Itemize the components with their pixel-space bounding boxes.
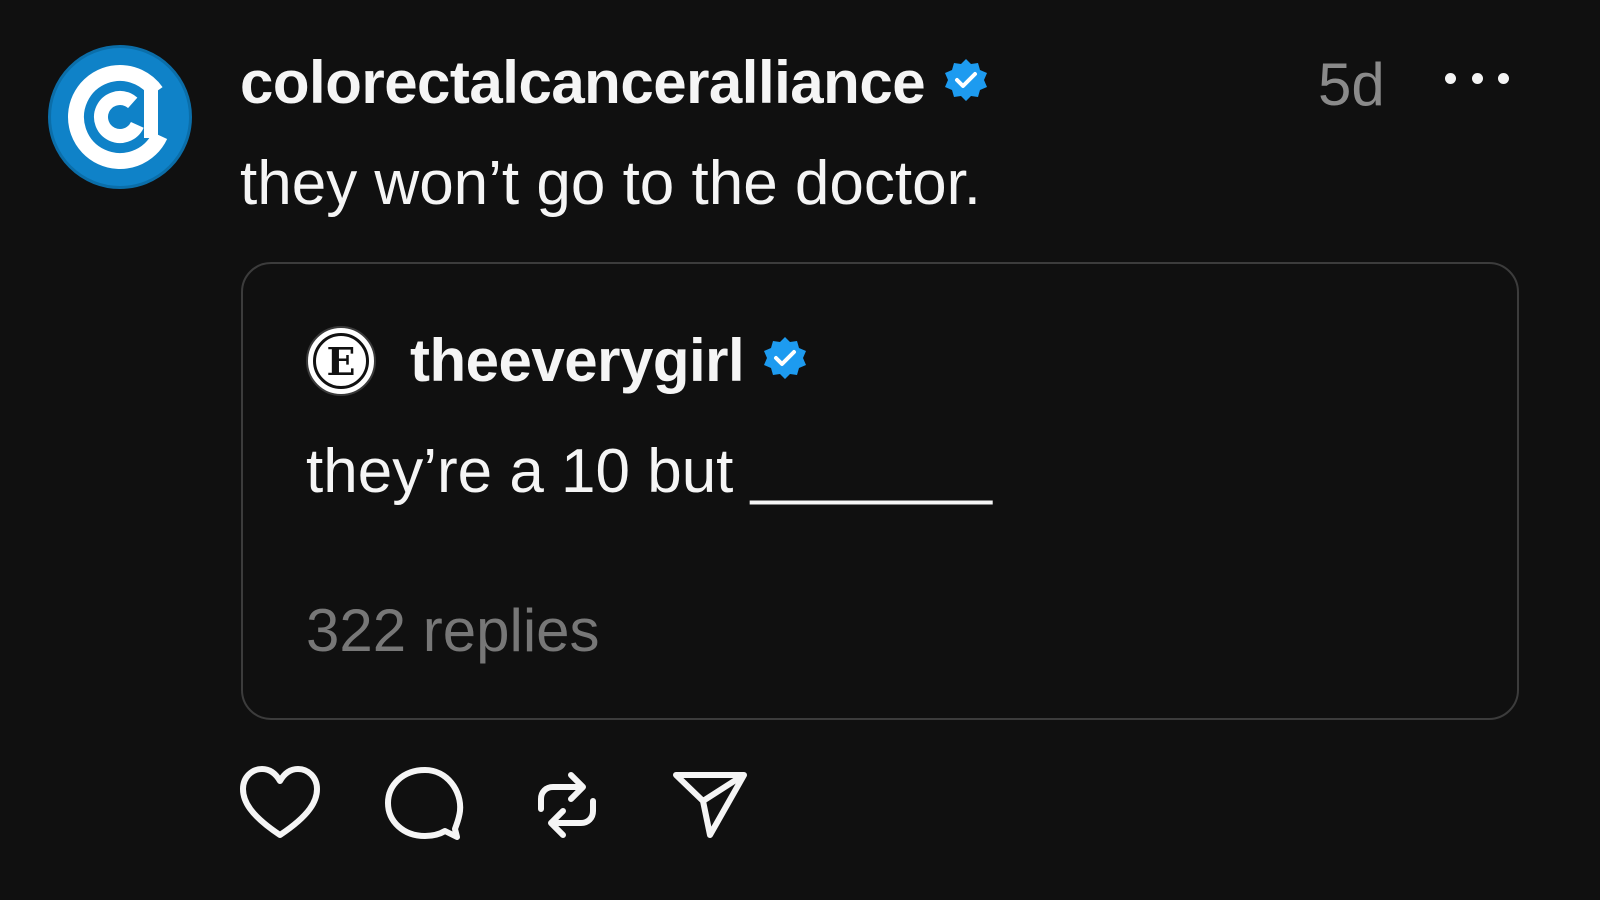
quoted-post-text: they’re a 10 but _______ xyxy=(306,437,992,506)
author-name: colorectalcanceralliance xyxy=(240,49,926,116)
the-everygirl-logo: E xyxy=(313,333,369,389)
more-dot xyxy=(1471,72,1483,84)
author-username[interactable]: colorectalcanceralliance xyxy=(240,48,989,117)
verified-badge-icon xyxy=(762,326,808,395)
more-dot xyxy=(1498,72,1509,84)
quoted-replies-count[interactable]: 322 replies xyxy=(306,596,600,665)
quoted-author-name: theeverygirl xyxy=(410,327,745,394)
verified-badge-icon xyxy=(943,48,989,117)
colorectal-cancer-alliance-logo xyxy=(68,65,172,169)
comment-bubble-icon xyxy=(385,767,464,840)
like-button[interactable] xyxy=(240,765,320,845)
heart-icon xyxy=(240,766,320,838)
quoted-post-card[interactable]: E theeverygirl they’re a 10 but _______ … xyxy=(241,262,1519,720)
post-timestamp: 5d xyxy=(1318,51,1385,118)
more-dot xyxy=(1445,72,1456,84)
more-options-button[interactable] xyxy=(1445,58,1509,98)
post-text: they won’t go to the doctor. xyxy=(240,149,982,218)
quoted-author-avatar[interactable]: E xyxy=(306,326,376,396)
quoted-author-username[interactable]: theeverygirl xyxy=(410,326,808,395)
repost-icon xyxy=(538,772,596,838)
send-icon xyxy=(673,772,747,838)
repost-button[interactable] xyxy=(527,765,607,845)
share-button[interactable] xyxy=(670,765,750,845)
reply-button[interactable] xyxy=(385,765,465,845)
author-avatar[interactable] xyxy=(48,45,192,189)
thread-post: colorectalcanceralliance 5d they won’t g… xyxy=(0,0,1600,900)
